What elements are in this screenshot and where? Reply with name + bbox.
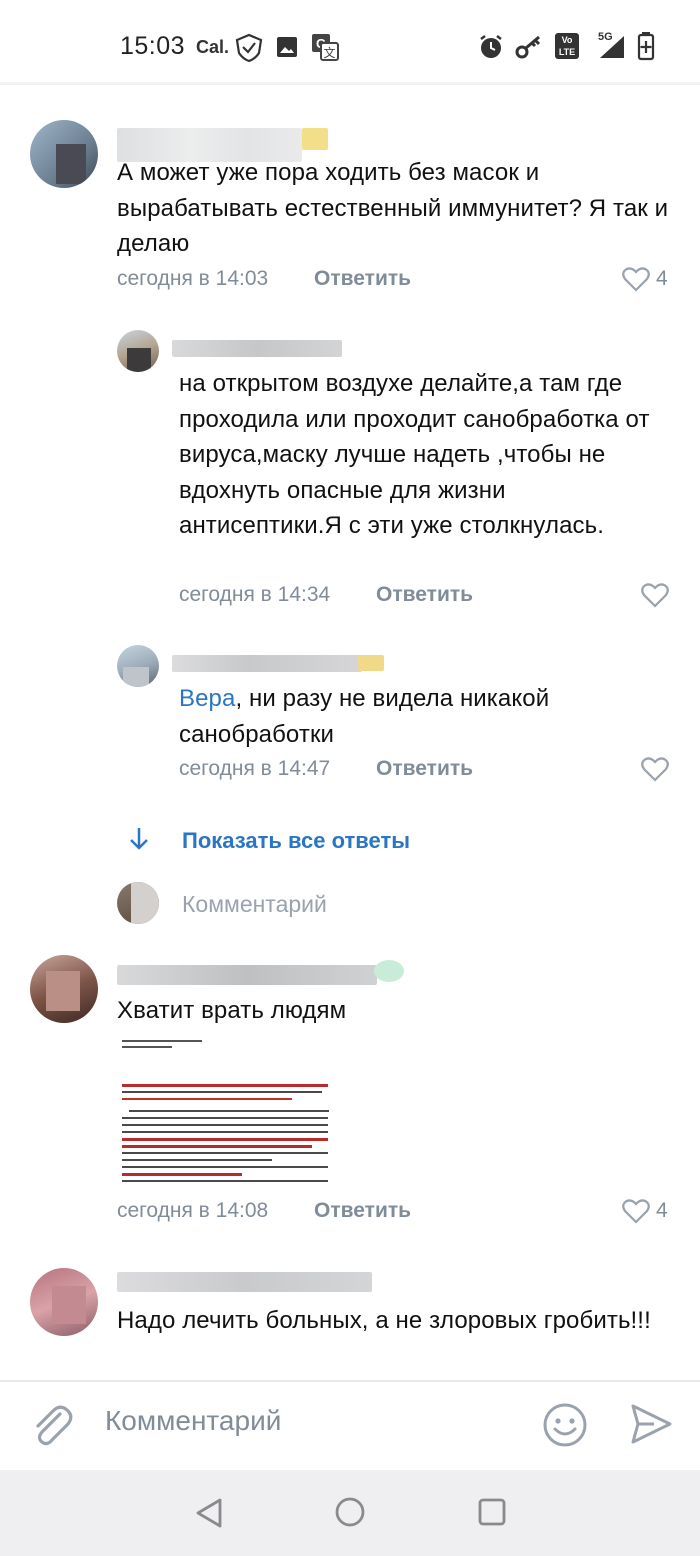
reply-button[interactable]: Ответить <box>314 267 411 291</box>
recents-icon[interactable] <box>477 1497 507 1527</box>
badge <box>358 655 384 671</box>
comment-time: сегодня в 14:08 <box>117 1199 269 1222</box>
avatar <box>117 882 159 924</box>
like-icon[interactable] <box>622 1198 650 1224</box>
attached-document-image[interactable] <box>117 1030 335 1185</box>
status-carrier: Cal. <box>196 37 230 57</box>
status-time: 15:03 <box>120 32 186 60</box>
avatar[interactable] <box>117 645 159 687</box>
reply-button[interactable]: Ответить <box>376 583 473 607</box>
avatar[interactable] <box>117 330 159 372</box>
comment-time: сегодня в 14:34 <box>179 583 331 606</box>
comment-input[interactable]: Комментарий <box>105 1405 281 1437</box>
author-name[interactable] <box>172 655 362 672</box>
volte-icon: Vo LTE <box>555 33 579 59</box>
comment-text: Вера, ни разу не видела никакой санобраб… <box>179 685 550 748</box>
like-count: 4 <box>656 267 668 290</box>
avatar[interactable] <box>30 120 98 188</box>
signal-icon <box>600 36 624 58</box>
avatar[interactable] <box>30 955 98 1023</box>
comment-text: Хватит врать людям <box>117 997 347 1024</box>
reply-comment-field[interactable]: Комментарий <box>182 891 327 918</box>
author-name[interactable] <box>117 1272 372 1292</box>
show-all-replies-link[interactable]: Показать все ответы <box>182 828 410 854</box>
send-icon[interactable] <box>630 1402 672 1446</box>
arrow-down-icon[interactable] <box>128 826 150 852</box>
comment-text: А может уже пора ходить без масок и выра… <box>117 159 669 257</box>
avatar[interactable] <box>30 1268 98 1336</box>
reply-button[interactable]: Ответить <box>376 757 473 781</box>
like-icon[interactable] <box>641 756 669 782</box>
battery-icon <box>637 32 655 61</box>
badge <box>374 960 404 982</box>
comment-time: сегодня в 14:47 <box>179 757 331 780</box>
status-divider <box>0 82 700 85</box>
key-icon <box>515 35 541 59</box>
home-icon[interactable] <box>334 1496 366 1528</box>
back-icon[interactable] <box>194 1497 224 1529</box>
alarm-icon <box>480 35 502 58</box>
comment-text: на открытом воздухе делайте,а там где пр… <box>179 370 650 539</box>
emoji-icon[interactable] <box>542 1402 588 1448</box>
status-bar: 15:03 Cal. G 文 Vo LTE 5G <box>0 0 700 82</box>
shield-check-icon <box>235 33 263 63</box>
translate-icon: G 文 <box>312 34 339 61</box>
like-count: 4 <box>656 1199 668 1222</box>
svg-text:文: 文 <box>323 45 335 60</box>
attach-icon[interactable] <box>30 1402 74 1448</box>
author-name[interactable] <box>117 965 377 985</box>
like-icon[interactable] <box>641 582 669 608</box>
mention-link[interactable]: Вера <box>179 685 235 712</box>
comment-time: сегодня в 14:03 <box>117 267 269 290</box>
author-name[interactable] <box>172 340 342 357</box>
reply-button[interactable]: Ответить <box>314 1199 411 1223</box>
image-icon <box>277 37 297 57</box>
comment-text: Надо лечить больных, а не злоровых гроби… <box>117 1307 651 1334</box>
badge <box>302 128 328 150</box>
like-icon[interactable] <box>622 266 650 292</box>
